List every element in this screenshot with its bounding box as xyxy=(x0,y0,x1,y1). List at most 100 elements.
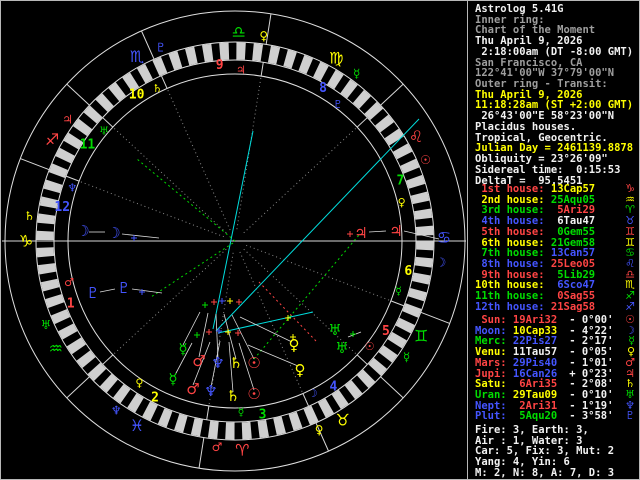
planet-icon: ☿ xyxy=(178,340,187,358)
position-marker xyxy=(202,302,208,308)
house-cusp-ray xyxy=(112,248,227,356)
house-number: 1 xyxy=(67,297,75,312)
sign-ruler-icon: ♇ xyxy=(155,41,166,55)
house-number: 5 xyxy=(382,324,390,339)
zodiac-sign-icon: ♋ xyxy=(437,228,451,247)
planet-declination: - 1°01' xyxy=(569,356,614,369)
planet-pointer-line xyxy=(368,230,387,233)
zodiac-sign-icon: ♉ xyxy=(335,411,349,430)
house-cusp-spoke xyxy=(356,354,368,365)
position-marker xyxy=(347,231,353,237)
zodiac-sign-icon: ♍ xyxy=(329,49,343,68)
planet-icon: ♄ xyxy=(229,354,242,372)
house-cusp-spoke xyxy=(206,405,210,420)
planet-icon: ♃ xyxy=(389,222,402,240)
zodiac-sign-icon: ♈ xyxy=(235,440,249,459)
position-marker xyxy=(206,329,212,335)
planet-icon: ☽ xyxy=(107,224,120,242)
house-cusp-spoke xyxy=(356,117,368,128)
planet-icon: ♅ xyxy=(328,321,341,339)
sign-ruler-icon: ♂ xyxy=(212,440,223,454)
planet-pointer-line xyxy=(231,314,255,360)
zodiac-sign-icon: ♓ xyxy=(130,416,144,435)
house-ruler-icon: ♆ xyxy=(67,182,77,195)
house-number: 7 xyxy=(396,173,404,188)
position-marker xyxy=(211,299,217,305)
house-ruler-icon: ☉ xyxy=(365,340,375,353)
planet-icon: ♂ xyxy=(186,380,199,398)
zodiac-sign-icon: ♐ xyxy=(45,130,59,149)
element-summary: Fire: 3, Earth: 3, Air : 1, Water: 3 Car: … xyxy=(475,425,638,479)
house-ruler-icon: ☽ xyxy=(308,387,318,400)
house-cusp-ray xyxy=(112,126,227,234)
house-ruler-icon: ☿ xyxy=(395,284,402,297)
planet-row: Mars: 29Pis40- 1°01' ♂ xyxy=(475,356,638,369)
house-ruler-icon: ♀ xyxy=(135,376,143,389)
info-panel: Astrolog 5.41G Inner ring: Chart of the Mo… xyxy=(468,1,639,479)
house-label: 12th house: xyxy=(475,300,545,313)
sign-ruler-icon: ☿ xyxy=(403,350,410,364)
planet-pointer-line xyxy=(131,288,163,294)
house-cusp-spoke xyxy=(420,311,450,324)
aspect-line xyxy=(258,281,317,342)
zodiac-sign-icon: ♎ xyxy=(231,23,245,42)
planet-position-value: 29Pis40 xyxy=(506,356,558,369)
zodiac-sign-icon: ♐ xyxy=(625,299,635,313)
house-cusp-spoke xyxy=(198,437,205,469)
sign-ruler-icon: ☽ xyxy=(435,256,446,270)
house-cusp-spoke xyxy=(380,83,404,106)
zodiac-sign-icon: ♑ xyxy=(19,232,33,251)
house-cusp-value: 21Sag58 xyxy=(544,300,596,313)
position-marker xyxy=(194,332,200,338)
house-cusp-spoke xyxy=(102,354,114,365)
house-cusp-spoke xyxy=(260,62,264,77)
planet-pointer-line xyxy=(99,288,116,293)
astrolog-window: ♈ ♂ ♉ ♀ ♊ ☿ ♋ ☽ ♌ ☉ ♍ ☿ ♎ ♀ ♏ ♇ ♐ ♃ ♑ ♄ ♒ ♅ ♓ ♆ 1 ♂ 2 ♀ 3 ☿ 4 ☽ 5 ☉ 6 ☿ 7 ♀ 8 ♇… xyxy=(0,0,640,480)
house-row: 5th house: 0Gem55 ♊ xyxy=(475,225,638,238)
house-ruler-icon: ☿ xyxy=(238,405,245,418)
house-cusp-spoke xyxy=(66,376,90,399)
chart-wheel: ♈♂♉♀♊☿♋☽♌☉♍☿♎ ♀♏ ♇♐♃♑♄♒♅♓♆1♂2♀3☿4☽5☉6☿7♀8♇… xyxy=(2,10,466,472)
house-cusp-ray xyxy=(78,180,224,238)
house-cusp-spoke xyxy=(20,158,50,171)
house-ruler-icon: ♇ xyxy=(333,98,343,111)
sign-ruler-icon: ☿ xyxy=(353,67,360,81)
aspect-line xyxy=(136,158,236,242)
house-number: 12 xyxy=(54,200,70,215)
zodiac-sign-icon: ♏ xyxy=(130,47,144,66)
planet-row: Plut: 5Aqu20 - 3°58' ♇ xyxy=(475,410,638,423)
planet-icon: ♀ xyxy=(289,336,300,354)
planet-icon: ♇ xyxy=(117,279,130,297)
house-ruler-icon: ♃ xyxy=(236,64,246,77)
planet-pointer-line xyxy=(239,316,293,343)
house-number: 6 xyxy=(404,264,412,279)
planet-pointer-line xyxy=(121,233,160,239)
sign-ruler-icon: ♅ xyxy=(41,318,52,332)
house-cusp-ray xyxy=(166,88,231,231)
house-ruler-icon: ♀ xyxy=(398,196,406,209)
zodiac-sign-icon: ♒ xyxy=(49,339,63,358)
planet-icon: ☉ xyxy=(247,354,260,372)
planet-icon: ♆ xyxy=(211,354,224,372)
sign-ruler-icon: ♀ xyxy=(259,29,268,43)
planet-icon: ♃ xyxy=(354,224,367,242)
zodiac-sign-icon: ♊ xyxy=(414,326,428,345)
calculation-section: Placidus houses. Tropical, Geocentric. Jul… xyxy=(475,122,638,186)
planet-position-value: 5Aqu20 xyxy=(506,410,558,423)
house-label: 5th house: xyxy=(475,225,545,238)
position-marker xyxy=(227,298,233,304)
planet-icon: ♀ xyxy=(295,361,306,379)
position-marker xyxy=(219,298,225,304)
info-line: 2:18:00am (DT -8:00 GMT) xyxy=(475,45,634,58)
sign-ruler-icon: ♄ xyxy=(24,209,35,223)
house-number: 10 xyxy=(129,88,145,103)
sign-ruler-icon: ♆ xyxy=(111,404,122,418)
house-cusp-list: 1st house: 13Cap57 ♑ 2nd house: 25Aqu05 ♒ … xyxy=(475,183,638,313)
sign-ruler-icon: ♀ xyxy=(315,423,324,437)
summary-line: M: 2, N: 8, A: 7, D: 3 xyxy=(475,466,615,479)
planet-declination: - 3°58' xyxy=(569,410,614,423)
house-cusp-value: 0Gem55 xyxy=(544,225,596,238)
planet-icon: ♂ xyxy=(192,352,205,370)
planet-label: Plut: xyxy=(475,410,507,423)
house-cusp-spoke xyxy=(380,376,404,399)
